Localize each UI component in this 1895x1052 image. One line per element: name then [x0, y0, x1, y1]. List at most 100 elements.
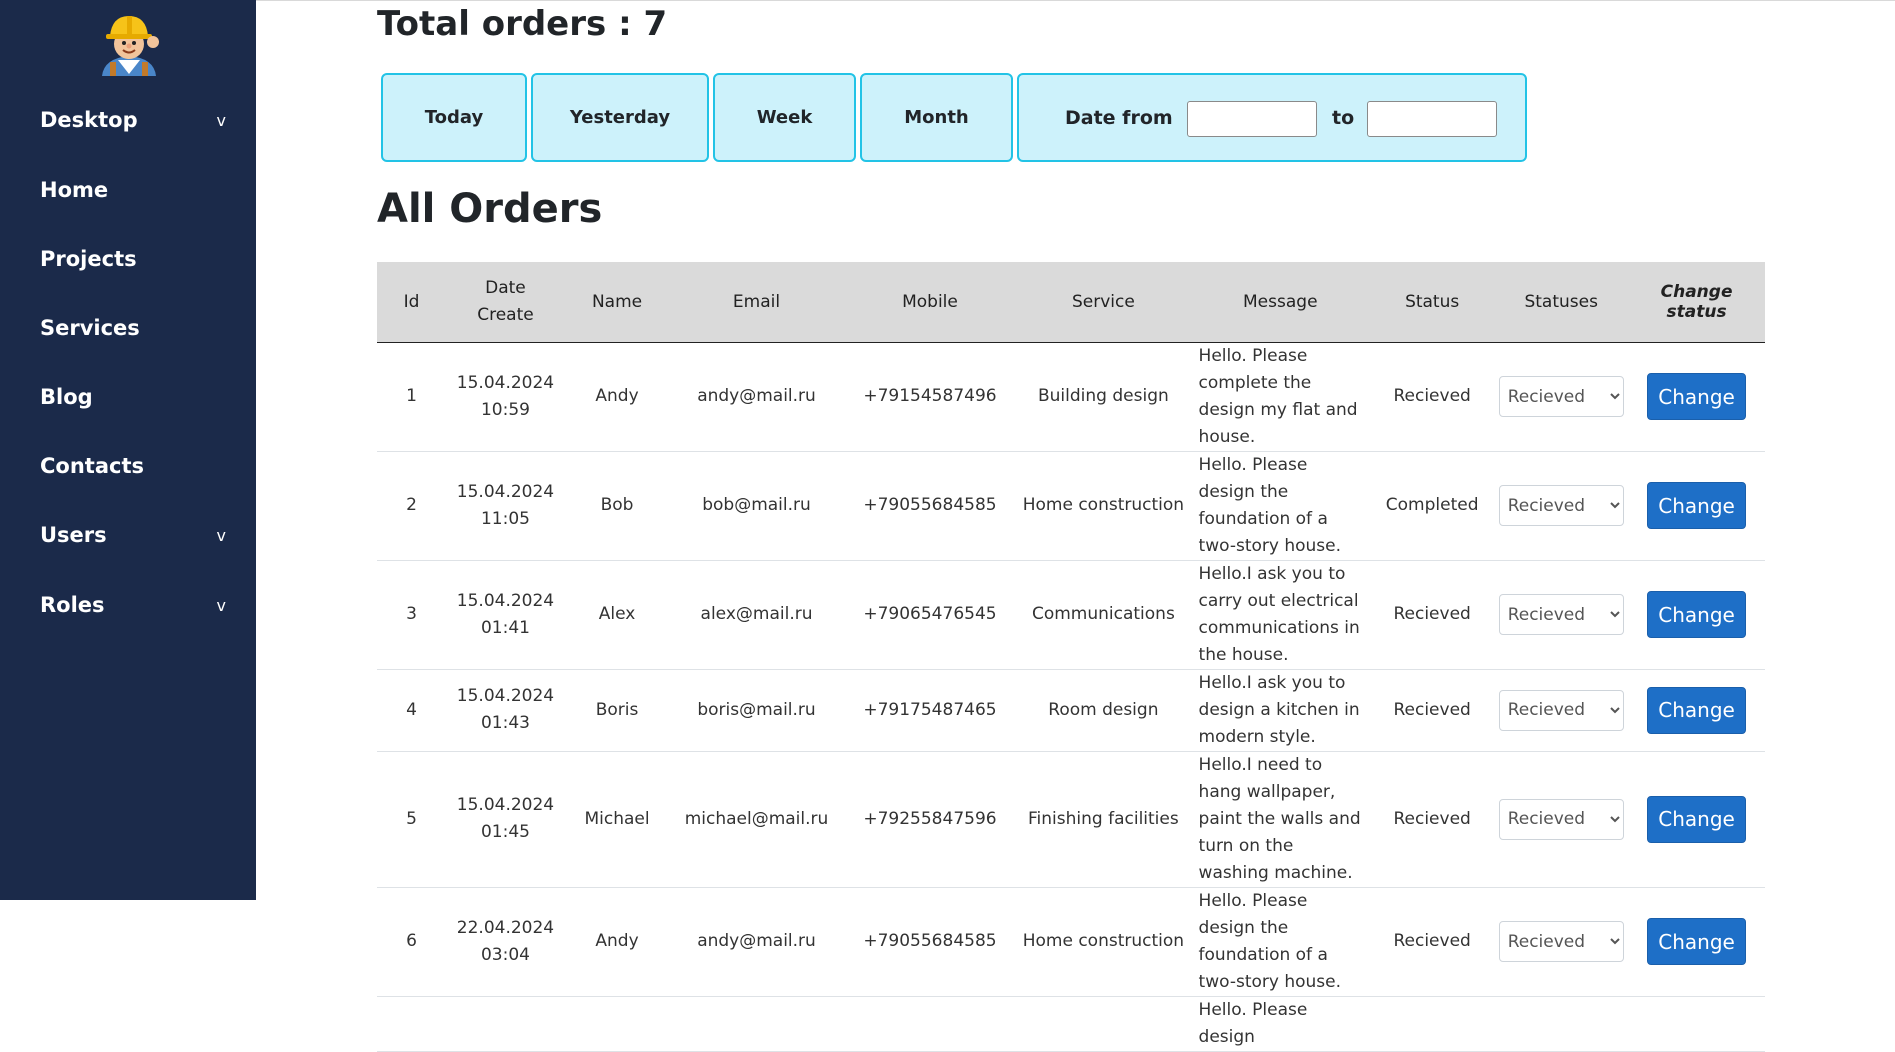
table-row: 5 15.04.2024 01:45 Michael michael@mail.r…: [377, 751, 1765, 888]
cell-empty: [1370, 996, 1765, 1052]
status-select[interactable]: Recieved: [1498, 921, 1624, 962]
filter-yesterday-button[interactable]: Yesterday: [531, 73, 709, 162]
cell-mobile: +79055684585: [843, 887, 1017, 997]
cell-email: michael@mail.ru: [669, 751, 844, 888]
cell-message: Hello. Please complete the design my fla…: [1190, 342, 1370, 452]
cell-date-time: 03:04: [480, 944, 530, 965]
cell-name: Michael: [564, 751, 670, 888]
date-to-label: to: [1332, 107, 1355, 129]
status-select[interactable]: Recieved: [1498, 798, 1624, 840]
sidebar-item-blog[interactable]: Blog: [40, 377, 226, 417]
cell-date: 15.04.2024 11:05: [446, 451, 565, 561]
change-status-button[interactable]: Change: [1647, 591, 1747, 638]
chevron-down-icon: v: [216, 595, 226, 615]
cell-id: 6: [377, 887, 447, 997]
status-select[interactable]: Recieved: [1498, 376, 1624, 417]
change-status-button[interactable]: Change: [1647, 795, 1747, 843]
sidebar-item-label: Services: [40, 316, 140, 340]
orders-table: Id Date Create Name Email Mobile Service…: [377, 262, 1765, 1052]
sidebar-item-desktop[interactable]: Desktop v: [40, 100, 226, 140]
cell-change: Change: [1628, 669, 1765, 752]
cell-id: 4: [377, 669, 447, 752]
cell-service: Home construction: [1016, 887, 1191, 997]
cell-date-day: 15.04.2024: [456, 590, 555, 611]
change-status-button[interactable]: Change: [1647, 373, 1747, 420]
sidebar-item-label: Blog: [40, 385, 93, 409]
status-select[interactable]: Recieved: [1498, 485, 1624, 526]
filter-month-button[interactable]: Month: [860, 73, 1013, 162]
date-range-filter: Date from to: [1017, 73, 1527, 162]
change-status-button[interactable]: Change: [1647, 686, 1747, 734]
cell-date-day: 15.04.2024: [456, 686, 555, 706]
cell-mobile: +79055684585: [843, 451, 1017, 561]
table-header-row: Id Date Create Name Email Mobile Service…: [377, 262, 1765, 343]
cell-date-day: 15.04.2024: [456, 481, 555, 502]
sidebar-item-services[interactable]: Services: [40, 308, 226, 348]
cell-id: 3: [377, 560, 447, 670]
column-header-mobile: Mobile: [843, 262, 1017, 343]
column-header-name: Name: [564, 262, 670, 343]
column-header-date: Date Create: [446, 262, 565, 343]
cell-mobile: +79065476545: [843, 560, 1017, 670]
cell-mobile: +79175487465: [843, 669, 1017, 752]
sidebar-item-roles[interactable]: Roles v: [40, 585, 226, 625]
change-status-button[interactable]: Change: [1647, 918, 1747, 965]
column-header-service: Service: [1016, 262, 1191, 343]
column-header-id: Id: [377, 262, 447, 343]
column-header-status: Status: [1370, 262, 1495, 343]
column-header-statuses: Statuses: [1494, 262, 1629, 343]
cell-statuses: Recieved: [1494, 887, 1629, 997]
column-header-change-status: Change status: [1628, 262, 1765, 343]
cell-name: Bob: [564, 451, 670, 561]
change-status-button[interactable]: Change: [1647, 482, 1747, 529]
cell-id: 5: [377, 751, 447, 888]
sidebar-item-users[interactable]: Users v: [40, 515, 226, 555]
sidebar-item-label: Home: [40, 178, 109, 202]
filter-today-button[interactable]: Today: [381, 73, 527, 162]
table-row: Hello. Please design: [377, 996, 1765, 1052]
cell-name: Boris: [564, 669, 670, 752]
sidebar-item-home[interactable]: Home: [40, 170, 226, 210]
cell-date: 15.04.2024 01:41: [446, 560, 565, 670]
builder-logo-icon[interactable]: [88, 16, 170, 76]
sidebar-item-label: Users: [40, 523, 107, 547]
cell-service: Home construction: [1016, 451, 1191, 561]
filter-week-button[interactable]: Week: [713, 73, 856, 162]
sidebar-item-label: Desktop: [40, 108, 138, 132]
cell-date: 15.04.2024 01:43: [446, 669, 565, 752]
cell-name: Andy: [564, 887, 670, 997]
cell-change: Change: [1628, 560, 1765, 670]
cell-mobile: +79154587496: [843, 342, 1017, 452]
status-select[interactable]: Recieved: [1498, 689, 1624, 731]
cell-date-day: 22.04.2024: [456, 917, 555, 938]
cell-date-day: 15.04.2024: [456, 795, 555, 815]
cell-service: Building design: [1016, 342, 1191, 452]
cell-id: 1: [377, 342, 447, 452]
cell-change: Change: [1628, 342, 1765, 452]
sidebar-item-label: Roles: [40, 593, 105, 617]
table-row: 2 15.04.2024 11:05 Bob bob@mail.ru +79055…: [377, 451, 1765, 561]
cell-statuses: Recieved: [1494, 451, 1629, 561]
sidebar-item-projects[interactable]: Projects: [40, 239, 226, 279]
cell-mobile: +79255847596: [843, 751, 1017, 888]
cell-name: Andy: [564, 342, 670, 452]
cell-service: Finishing facilities: [1016, 751, 1191, 888]
table-row: 1 15.04.2024 10:59 Andy andy@mail.ru +791…: [377, 342, 1765, 452]
page-title: All Orders: [377, 186, 603, 232]
top-divider: [256, 0, 1895, 1]
cell-email: alex@mail.ru: [669, 560, 844, 670]
date-from-input[interactable]: [1187, 101, 1317, 137]
cell-date-day: 15.04.2024: [456, 372, 555, 393]
cell-status: Recieved: [1370, 669, 1495, 752]
cell-date: 22.04.2024 03:04: [446, 887, 565, 997]
table-row: 6 22.04.2024 03:04 Andy andy@mail.ru +790…: [377, 887, 1765, 997]
cell-change: Change: [1628, 451, 1765, 561]
chevron-down-icon: v: [216, 110, 226, 130]
cell-date: 15.04.2024 10:59: [446, 342, 565, 452]
cell-statuses: Recieved: [1494, 342, 1629, 452]
cell-status: Recieved: [1370, 560, 1495, 670]
status-select[interactable]: Recieved: [1498, 594, 1624, 635]
sidebar-item-contacts[interactable]: Contacts: [40, 446, 226, 486]
cell-date: 15.04.2024 01:45: [446, 751, 565, 888]
date-to-input[interactable]: [1367, 101, 1497, 137]
